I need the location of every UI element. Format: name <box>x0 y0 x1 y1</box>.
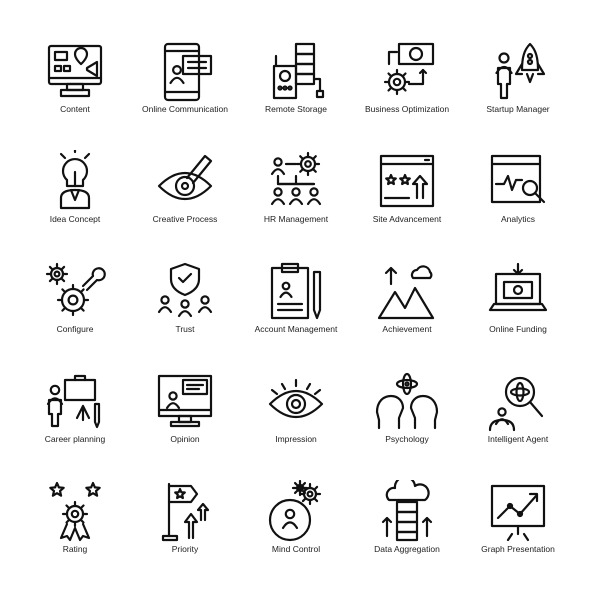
icon-label: Priority <box>171 544 199 554</box>
icon-label: Mind Control <box>271 544 321 554</box>
icon-tile: Intelligent Agent <box>462 370 574 470</box>
icon-tile: Rating <box>19 480 131 580</box>
icon-label: Trust <box>175 324 195 334</box>
icon-label: Creative Process <box>152 214 218 224</box>
icon-label: Psychology <box>385 434 429 444</box>
eye-pencil-icon <box>153 150 217 214</box>
mountain-cloud-icon <box>375 260 439 324</box>
icon-tile: Account Management <box>240 260 352 360</box>
icon-label: Rating <box>62 544 88 554</box>
browser-stars-icon <box>375 150 439 214</box>
icon-label: Online Funding <box>489 324 547 334</box>
person-atom-search-icon <box>486 370 550 434</box>
stars-badge-icon <box>43 480 107 544</box>
flag-arrows-icon <box>153 480 217 544</box>
laptop-money-icon <box>486 260 550 324</box>
icon-tile: Mind Control <box>240 479 352 580</box>
icon-label: Content <box>60 104 90 114</box>
icon-tile: Trust <box>129 260 241 360</box>
icon-tile: Opinion <box>129 370 241 470</box>
icon-tile: Online Funding <box>462 260 574 360</box>
lightbulb-person-icon <box>43 146 107 214</box>
icon-tile: Creative Process <box>129 150 241 250</box>
icon-label: Career planning <box>44 434 106 444</box>
icon-label: Startup Manager <box>486 104 550 114</box>
server-remote-icon <box>264 40 328 104</box>
icon-label: Impression <box>275 434 317 444</box>
icon-label: Achievement <box>382 324 432 334</box>
icon-tile: Priority <box>129 480 241 580</box>
icon-label: Opinion <box>170 434 200 444</box>
icon-label: Analytics <box>500 214 535 224</box>
icon-tile: Idea Concept <box>19 146 131 250</box>
monitor-content-icon <box>43 40 107 104</box>
icon-tile: Site Advancement <box>351 150 463 250</box>
icon-tile: HR Management <box>240 150 352 250</box>
icon-tile: Data Aggregation <box>351 475 463 580</box>
org-chart-gear-icon <box>264 150 328 214</box>
icon-label: Idea Concept <box>49 214 101 224</box>
head-gears-icon <box>264 479 328 544</box>
person-rocket-icon <box>486 40 550 104</box>
icon-tile: Content <box>19 40 131 140</box>
gears-wrench-icon <box>43 260 107 324</box>
cloud-server-icon <box>375 475 439 544</box>
icon-tile: Configure <box>19 260 131 360</box>
monitor-speech-icon <box>153 370 217 434</box>
briefcase-person-icon <box>43 370 107 434</box>
icon-tile: Psychology <box>351 370 463 470</box>
icon-tile: Business Optimization <box>351 40 463 140</box>
icon-tile: Analytics <box>462 150 574 250</box>
shield-team-icon <box>153 260 217 324</box>
icon-label: Configure <box>56 324 94 334</box>
eye-icon <box>264 370 328 434</box>
clipboard-pen-icon <box>264 260 328 324</box>
icon-label: HR Management <box>263 214 329 224</box>
money-gear-icon <box>375 40 439 104</box>
heads-atom-icon <box>375 370 439 434</box>
icon-tile: Remote Storage <box>240 40 352 140</box>
icon-tile: Startup Manager <box>462 40 574 140</box>
icon-tile: Impression <box>240 370 352 470</box>
icon-label: Site Advancement <box>372 214 442 224</box>
icon-tile: Graph Presentation <box>462 480 574 580</box>
icon-label: Graph Presentation <box>481 544 555 554</box>
icon-label: Remote Storage <box>265 104 327 114</box>
icon-label: Data Aggregation <box>374 544 440 554</box>
icon-label: Account Management <box>254 324 338 334</box>
icon-tile: Career planning <box>19 370 131 470</box>
board-graph-icon <box>486 480 550 544</box>
icon-label: Business Optimization <box>364 104 450 114</box>
icon-tile: Achievement <box>351 260 463 360</box>
browser-magnifier-icon <box>486 150 550 214</box>
icon-label: Online Communication <box>142 104 228 114</box>
icon-label: Intelligent Agent <box>487 434 549 444</box>
tablet-chat-icon <box>153 40 217 104</box>
icon-tile: Online Communication <box>129 40 241 140</box>
